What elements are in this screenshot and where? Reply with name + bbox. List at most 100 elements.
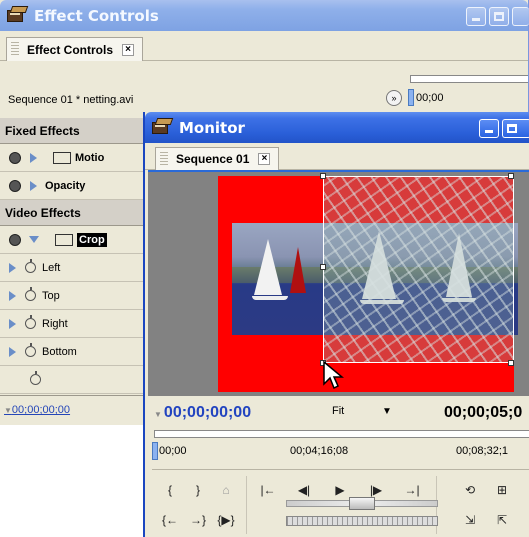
crop-handle[interactable]: [320, 264, 326, 270]
set-in-point-button[interactable]: {: [158, 480, 182, 500]
program-video-area[interactable]: [148, 170, 529, 396]
sequence-clip-label: Sequence 01 * netting.avi: [8, 94, 134, 106]
stopwatch-icon[interactable]: [25, 315, 36, 329]
sequence-line: Sequence 01 * netting.avi » 00;00: [0, 61, 528, 110]
separator: [246, 476, 247, 534]
set-out-point-button[interactable]: }: [186, 480, 210, 500]
go-to-out-button[interactable]: →|: [400, 480, 424, 500]
monitor-time-ruler[interactable]: 00;00 00;04;16;08 00;08;32;1: [152, 428, 529, 462]
param-label: Top: [42, 289, 60, 302]
expand-triangle-icon[interactable]: [9, 346, 16, 357]
go-to-previous-edit-button[interactable]: {←: [158, 510, 182, 530]
lift-button[interactable]: ⇲: [458, 510, 482, 530]
jog-wheel[interactable]: [286, 516, 438, 526]
stopwatch-icon[interactable]: [30, 371, 41, 385]
go-to-in-button[interactable]: |←: [256, 480, 280, 500]
crop-handle[interactable]: [320, 173, 326, 179]
effect-controls-timecode[interactable]: ▼00;00;00;00: [4, 404, 70, 416]
zoom-select[interactable]: Fit: [332, 405, 344, 417]
param-row-bottom[interactable]: Bottom: [0, 338, 146, 366]
extract-button[interactable]: ⇱: [490, 510, 514, 530]
monitor-title: Monitor: [179, 118, 245, 137]
expand-triangle-icon[interactable]: [9, 318, 16, 329]
current-timecode[interactable]: ▼ 00;00;00;00: [154, 404, 251, 422]
tab-close-icon[interactable]: ×: [122, 43, 135, 56]
effect-row-opacity[interactable]: Opacity: [0, 172, 146, 200]
chevron-down-icon[interactable]: ▼: [382, 406, 392, 417]
stopwatch-icon[interactable]: [25, 343, 36, 357]
param-row-left[interactable]: Left: [0, 254, 146, 282]
motion-effect-icon: [53, 151, 71, 164]
ruler-track[interactable]: [410, 75, 528, 83]
effect-name: Crop: [77, 232, 107, 247]
ruler-label: 00;08;32;1: [456, 445, 508, 457]
effect-toggle-icon[interactable]: [9, 151, 21, 164]
close-button[interactable]: [512, 7, 529, 26]
maximize-button[interactable]: [489, 7, 509, 26]
ruler-start-label: 00;00: [416, 92, 444, 104]
effect-name: Opacity: [45, 179, 86, 192]
effect-controls-time-ruler[interactable]: 00;00: [408, 73, 528, 108]
tab-label: Effect Controls: [27, 42, 114, 57]
tab-grip-icon: [11, 42, 19, 56]
collapse-triangle-icon[interactable]: [29, 236, 39, 243]
effect-name: Motio: [75, 151, 105, 164]
tab-effect-controls[interactable]: Effect Controls ×: [6, 37, 144, 61]
param-row-zoom[interactable]: [0, 366, 146, 394]
expand-triangle-icon[interactable]: [9, 290, 16, 301]
tab-grip-icon: [160, 152, 168, 166]
playhead-icon[interactable]: [408, 89, 414, 106]
expand-triangle-icon[interactable]: [30, 180, 37, 191]
crop-handle[interactable]: [508, 173, 514, 179]
crop-handle[interactable]: [508, 360, 514, 366]
param-row-top[interactable]: Top: [0, 282, 146, 310]
tab-sequence-01[interactable]: Sequence 01 ×: [155, 147, 280, 170]
mouse-pointer-icon: [323, 360, 344, 390]
effect-controls-title: Effect Controls: [34, 6, 159, 25]
monitor-controls: ▼ 00;00;00;00 Fit ▼ 00;00;05;0 00;00 00;0…: [148, 396, 529, 537]
minimize-button[interactable]: [466, 7, 486, 26]
ruler-label: 00;04;16;08: [290, 445, 349, 457]
effect-controls-titlebar[interactable]: Effect Controls: [0, 0, 529, 31]
shuttle-slider[interactable]: [286, 497, 438, 510]
set-marker-button[interactable]: ⌂: [214, 480, 238, 500]
param-label: Bottom: [42, 345, 77, 358]
tab-label: Sequence 01: [176, 152, 250, 166]
video-effects-header: Video Effects: [0, 200, 146, 226]
transport-controls: { } ⌂ |← ◀| ▶ |▶ →| ⟲ ⊞ {← →} {▶} ⇲ ⇱: [152, 469, 529, 537]
effect-controls-footer: ▼00;00;00;00: [0, 395, 146, 425]
param-row-right[interactable]: Right: [0, 310, 146, 338]
expand-triangle-icon[interactable]: [30, 152, 37, 163]
shuttle-knob[interactable]: [349, 497, 375, 510]
maximize-button[interactable]: [502, 119, 529, 138]
effect-toggle-icon[interactable]: [9, 179, 21, 192]
show-timeline-button[interactable]: »: [386, 90, 402, 106]
stopwatch-icon[interactable]: [25, 287, 36, 301]
stopwatch-icon[interactable]: [25, 259, 36, 273]
safe-margins-button[interactable]: ⊞: [490, 480, 514, 500]
play-in-to-out-button[interactable]: {▶}: [214, 510, 238, 530]
expand-triangle-icon[interactable]: [9, 262, 16, 273]
monitor-window: Monitor Sequence 01 × ▼ 00;00;00;00 Fit …: [143, 112, 529, 537]
crop-effect-icon: [55, 233, 73, 246]
param-label: Right: [42, 317, 68, 330]
netting-clip-crop[interactable]: [323, 176, 514, 363]
tab-close-icon[interactable]: ×: [258, 153, 271, 165]
effect-toggle-icon[interactable]: [9, 233, 21, 246]
clapper-icon: [7, 6, 29, 24]
step-back-button[interactable]: ◀|: [292, 480, 316, 500]
monitor-tabstrip: Sequence 01 ×: [145, 143, 529, 170]
duration-timecode: 00;00;05;0: [444, 404, 523, 421]
effect-row-crop[interactable]: Crop: [0, 226, 146, 254]
monitor-titlebar[interactable]: Monitor: [145, 112, 529, 143]
minimize-button[interactable]: [479, 119, 499, 138]
video-effects-label: Video Effects: [5, 205, 81, 220]
effect-row-motion[interactable]: Motio: [0, 144, 146, 172]
go-to-next-edit-button[interactable]: →}: [186, 510, 210, 530]
playhead-icon[interactable]: [152, 442, 158, 460]
hull-image: [252, 296, 288, 300]
ruler-track[interactable]: [154, 430, 529, 438]
loop-button[interactable]: ⟲: [458, 480, 482, 500]
fixed-effects-header: Fixed Effects: [0, 118, 146, 144]
clapper-icon: [152, 118, 174, 136]
